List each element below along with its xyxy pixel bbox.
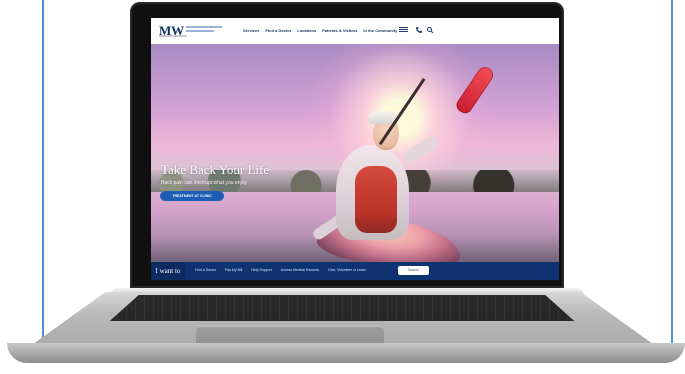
laptop-base-front (7, 343, 685, 363)
keyboard (109, 295, 575, 321)
hero-headline: Take Back Your Life (161, 162, 270, 177)
quick-link-medical-records[interactable]: Access Medical Records (281, 268, 319, 272)
phone-icon[interactable] (415, 26, 423, 34)
quick-link-volunteer[interactable]: Give, Volunteer or Learn (328, 268, 366, 272)
nav-item-locations[interactable]: Locations (297, 28, 316, 33)
logo-line (186, 30, 214, 32)
i-want-to-tab[interactable]: I want to (151, 262, 185, 280)
logo-line (159, 35, 187, 37)
bottom-links: Find a Doctor Pay My Bill Help Support A… (195, 268, 366, 272)
logo[interactable]: MW (159, 23, 222, 39)
search-icon[interactable] (426, 26, 434, 34)
laptop: MW Services Find a Doctor Locations Pati… (0, 0, 685, 374)
quick-link-pay-bill[interactable]: Pay My Bill (225, 268, 242, 272)
logo-line (186, 26, 222, 28)
bottom-search-box[interactable]: Search (398, 266, 429, 275)
hero-banner: Take Back Your Life Back pain can interr… (151, 44, 559, 280)
nav-item-find-doctor[interactable]: Find a Doctor (265, 28, 291, 33)
hero-subhead: Back pain can interrupt what you enjoy (161, 180, 247, 186)
hero-cta-button[interactable]: TREATMENT AT CLINIC (160, 191, 224, 201)
menu-icon[interactable] (399, 26, 408, 34)
quick-links-bar: I want to Find a Doctor Pay My Bill Help… (151, 262, 559, 280)
quick-link-find-doctor[interactable]: Find a Doctor (195, 268, 216, 272)
nav-item-patients-visitors[interactable]: Patients & Visitors (322, 28, 357, 33)
nav-item-community[interactable]: In the Community (363, 28, 397, 33)
nav-item-services[interactable]: Services (243, 28, 259, 33)
main-nav: Services Find a Doctor Locations Patient… (243, 28, 397, 33)
website-screen: MW Services Find a Doctor Locations Pati… (151, 18, 559, 280)
quick-link-help-support[interactable]: Help Support (251, 268, 271, 272)
site-header: MW Services Find a Doctor Locations Pati… (151, 18, 559, 45)
life-vest (355, 166, 397, 233)
